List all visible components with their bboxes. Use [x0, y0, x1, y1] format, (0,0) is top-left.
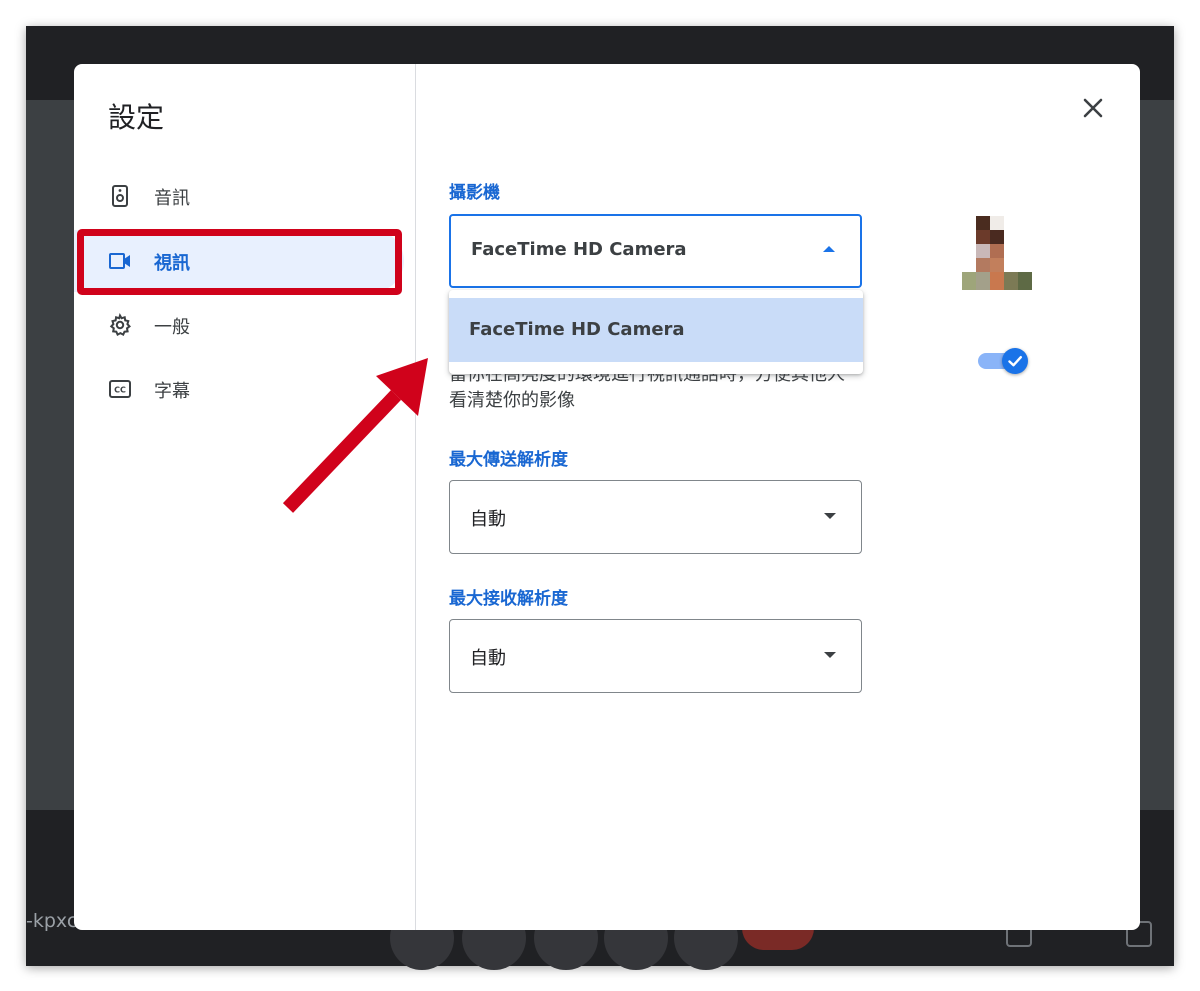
camera-option[interactable]: FaceTime HD Camera	[449, 298, 863, 362]
chevron-down-icon	[824, 652, 836, 658]
annotation-highlight-box	[77, 229, 402, 295]
chevron-up-icon	[823, 246, 835, 252]
toggle-knob	[1002, 348, 1028, 374]
check-icon	[1008, 356, 1022, 367]
dialog-title: 設定	[108, 101, 165, 134]
close-icon[interactable]	[1075, 90, 1111, 126]
camera-option-label: FaceTime HD Camera	[469, 319, 685, 340]
sidebar-item-label: 字幕	[154, 381, 190, 402]
camera-select-value: FaceTime HD Camera	[471, 239, 687, 260]
send-resolution-value: 自動	[470, 509, 506, 530]
send-resolution-select[interactable]: 自動	[449, 480, 862, 554]
receive-resolution-value: 自動	[470, 648, 506, 669]
camera-select[interactable]: FaceTime HD Camera	[449, 214, 862, 288]
sidebar-item-label: 音訊	[154, 188, 190, 209]
camera-dropdown-menu: FaceTime HD Camera	[449, 290, 863, 374]
receive-resolution-label: 最大接收解析度	[449, 589, 568, 609]
meeting-room-code: -kpxc	[26, 910, 78, 932]
receive-resolution-select[interactable]: 自動	[449, 619, 862, 693]
speaker-icon	[112, 185, 128, 207]
sidebar-item-audio[interactable]: 音訊	[74, 165, 404, 227]
closed-caption-icon: CC	[109, 380, 131, 398]
camera-label: 攝影機	[449, 183, 500, 203]
sidebar-item-label: 一般	[154, 317, 190, 338]
settings-dialog: 設定 音訊 視訊 一般 CC 字幕 攝影機 FaceTime HD Camera…	[74, 64, 1140, 930]
camera-preview-thumbnail	[962, 216, 1032, 290]
annotation-arrow	[282, 358, 428, 513]
low-light-toggle[interactable]	[978, 348, 1028, 374]
gear-icon	[109, 313, 131, 336]
svg-text:CC: CC	[114, 386, 126, 395]
chevron-down-icon	[824, 513, 836, 519]
send-resolution-label: 最大傳送解析度	[449, 450, 568, 470]
